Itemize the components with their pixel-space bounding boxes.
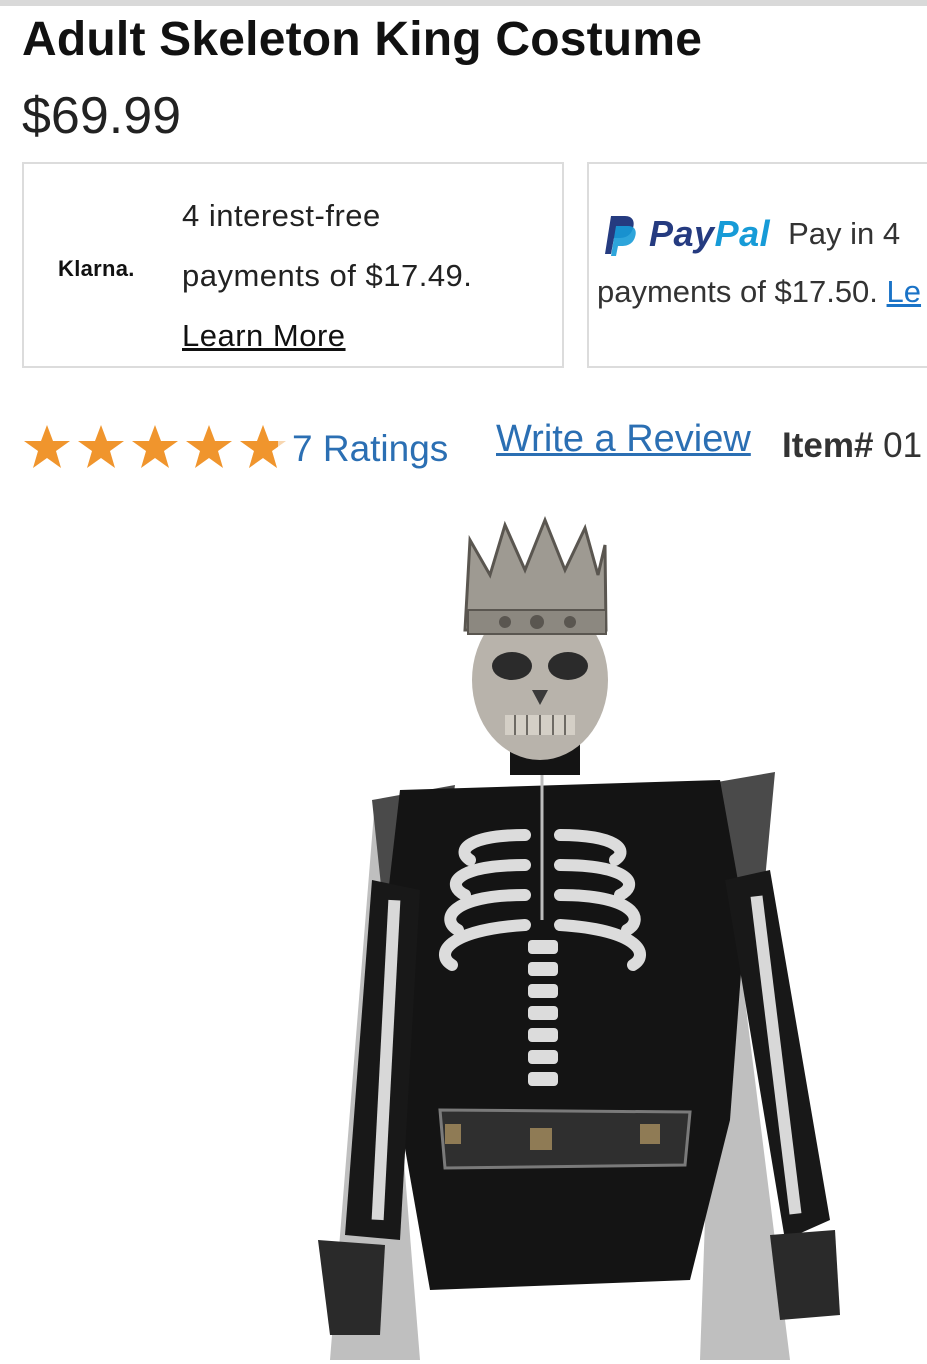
star-icon [24, 425, 70, 468]
klarna-logo: Klarna. [58, 256, 135, 281]
ratings-count-link[interactable]: 7 Ratings [292, 428, 448, 470]
klarna-line-2: payments of $17.49. [182, 258, 473, 293]
product-image[interactable] [0, 500, 927, 1364]
paypal-payments-line: payments of $17.50. Le [597, 274, 921, 310]
write-review-link[interactable]: Write a Review [496, 418, 751, 461]
top-divider [0, 0, 927, 6]
paypal-installment-box: PayPal Pay in 4 payments of $17.50. Le [587, 162, 927, 368]
klarna-line-1: 4 interest-free [182, 198, 381, 233]
paypal-logo-text: PayPal [649, 213, 770, 255]
paypal-pay-in-text: Pay in 4 [788, 216, 901, 251]
rating-row: 7 Ratings Write a Review Item# 01 [22, 418, 927, 478]
item-number: Item# 01 [782, 426, 922, 466]
paypal-payments-text: payments of $17.50. [597, 274, 878, 309]
partial-star-icon [240, 425, 286, 468]
star-icon [132, 425, 178, 468]
star-icon [186, 425, 232, 468]
paypal-icon [605, 216, 636, 256]
item-number-label: Item# [782, 426, 874, 465]
klarna-installment-box: Klarna. 4 interest-free payments of $17.… [22, 162, 564, 368]
star-rating[interactable] [22, 422, 292, 472]
product-price: $69.99 [22, 87, 182, 145]
paypal-logo-pal: Pal [714, 213, 771, 254]
item-number-value: 01 [883, 426, 923, 465]
paypal-logo-pay: Pay [649, 213, 715, 254]
klarna-learn-more-link[interactable]: Learn More [182, 318, 346, 353]
product-title: Adult Skeleton King Costume [22, 13, 703, 66]
paypal-learn-more-link[interactable]: Le [887, 274, 921, 309]
star-icon [78, 425, 124, 468]
klarna-installment-text: 4 interest-free payments of $17.49. Lear… [182, 186, 472, 366]
